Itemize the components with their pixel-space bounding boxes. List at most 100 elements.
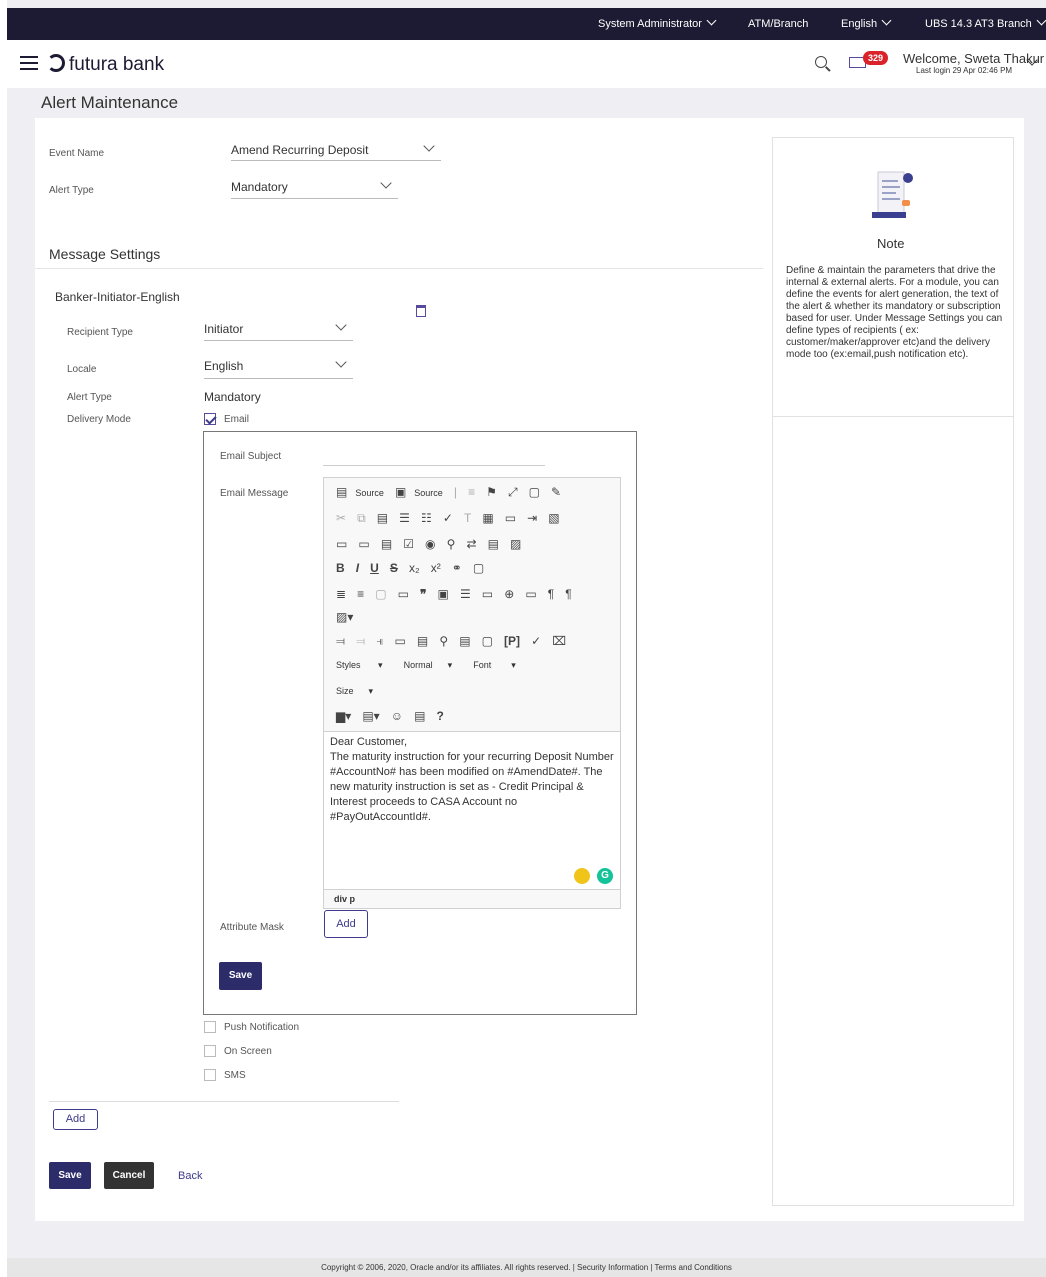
form-icon[interactable]: ▭ — [336, 537, 347, 551]
link-icon[interactable]: ⚭ — [452, 561, 462, 575]
email-subject-input[interactable] — [323, 465, 545, 466]
welcome-text[interactable]: Welcome, Sweta Thakur — [903, 51, 1044, 66]
on-screen-label[interactable]: On Screen — [224, 1046, 272, 1057]
event-name-select[interactable]: Amend Recurring Deposit — [231, 137, 441, 161]
source-icon[interactable]: ▤ — [336, 485, 347, 499]
cancel-button[interactable]: Cancel — [104, 1162, 154, 1189]
justify-icon[interactable]: ☰ — [460, 587, 471, 601]
on-screen-checkbox[interactable] — [204, 1045, 216, 1057]
push-notification-label[interactable]: Push Notification — [224, 1022, 299, 1033]
bg-color-icon[interactable]: ▤▾ — [362, 709, 379, 723]
ltr-icon[interactable]: ¶ — [548, 587, 554, 601]
brush-icon[interactable]: ✎ — [551, 485, 561, 499]
menu-icon[interactable] — [20, 56, 38, 70]
indent-icon[interactable]: ⇥ — [527, 511, 537, 525]
source-button-2[interactable]: Source — [414, 488, 443, 498]
image-icon[interactable]: ▨ — [510, 537, 521, 551]
language-icon[interactable]: ⊕ — [504, 587, 514, 601]
email-checkbox-label[interactable]: Email — [224, 414, 249, 425]
table-icon[interactable]: ▦ — [482, 511, 493, 525]
align-left2-icon[interactable]: ⫤ — [336, 634, 345, 648]
blockquote-icon[interactable]: ❞ — [420, 587, 426, 601]
spellcheck2-icon[interactable]: ✓ — [531, 634, 541, 648]
print-icon[interactable]: ▤ — [459, 634, 470, 648]
show-blocks-icon[interactable]: ≡ — [468, 485, 475, 499]
align-center-icon[interactable]: ≡ — [357, 587, 364, 601]
emoji-icon[interactable] — [574, 868, 590, 884]
maximize-icon[interactable]: ⤢ — [508, 485, 518, 499]
clear-format-icon[interactable]: T — [464, 511, 471, 525]
styles-dropdown[interactable]: Styles ▾ — [336, 660, 383, 671]
sms-label[interactable]: SMS — [224, 1070, 246, 1081]
new-page-icon[interactable]: ▢ — [529, 485, 540, 499]
add-message-button[interactable]: Add — [53, 1109, 98, 1130]
recipient-type-select[interactable]: Initiator — [204, 316, 353, 341]
textfield-icon[interactable]: ▭ — [358, 537, 369, 551]
attribute-mask-add-button[interactable]: Add — [324, 910, 368, 938]
textarea-icon[interactable]: ▤ — [381, 537, 392, 551]
replace-icon[interactable]: ⇄ — [466, 537, 476, 551]
locale-select[interactable]: English — [204, 353, 353, 379]
placeholder-icon[interactable]: [P] — [504, 634, 520, 648]
superscript-icon[interactable]: x² — [431, 561, 441, 575]
pagebreak-icon[interactable]: ▢ — [482, 634, 493, 648]
embed-icon[interactable]: ▭ — [395, 634, 406, 648]
strikethrough-icon[interactable]: S — [390, 561, 398, 575]
hr-icon[interactable]: ▭ — [505, 511, 516, 525]
align-center2-icon[interactable]: ⫤ — [356, 634, 365, 648]
back-link[interactable]: Back — [178, 1170, 202, 1182]
delete-icon[interactable] — [416, 305, 426, 317]
save-button[interactable]: Save — [49, 1162, 91, 1189]
paste-icon[interactable]: ▤ — [377, 511, 388, 525]
mail-count-badge[interactable]: 329 — [863, 51, 889, 65]
numbered-list-icon[interactable]: ☷ — [421, 511, 432, 525]
italic-icon[interactable]: I — [356, 561, 359, 575]
hidden-field-icon[interactable]: ▭ — [482, 587, 493, 601]
language-selector[interactable]: English — [841, 15, 892, 30]
align-left-icon[interactable]: ≣ — [336, 587, 346, 601]
source-icon[interactable]: ▣ — [395, 485, 406, 499]
sms-checkbox[interactable] — [204, 1069, 216, 1081]
brand-logo[interactable]: futura bank — [47, 54, 164, 76]
button-icon[interactable]: ▭ — [398, 587, 409, 601]
editor-content[interactable]: Dear Customer, The maturity instruction … — [330, 735, 614, 825]
bold-icon[interactable]: B — [336, 561, 345, 575]
preview-icon[interactable]: ⚲ — [439, 634, 448, 648]
copy-format-icon[interactable]: ▤ — [414, 709, 425, 723]
template-icon[interactable]: ▧ — [548, 511, 559, 525]
radio-icon[interactable]: ◉ — [425, 537, 435, 551]
push-notification-checkbox[interactable] — [204, 1021, 216, 1033]
flag-icon[interactable]: ⚑ — [486, 485, 497, 499]
subscript-icon[interactable]: x₂ — [409, 561, 420, 575]
iframe-icon[interactable]: ▢ — [375, 587, 386, 601]
div-icon[interactable]: ▣ — [438, 587, 449, 601]
flash-icon[interactable]: ▭ — [525, 587, 536, 601]
anchor-icon[interactable]: ▢ — [473, 561, 484, 575]
checkbox-icon[interactable]: ☑ — [403, 537, 414, 551]
bulleted-list-icon[interactable]: ☰ — [399, 511, 410, 525]
text-color-icon[interactable]: ▆▾ — [336, 709, 351, 723]
underline-icon[interactable]: U — [370, 561, 379, 575]
help-icon[interactable]: ? — [437, 709, 444, 723]
rtl-icon[interactable]: ¶ — [565, 587, 571, 601]
size-dropdown[interactable]: Size ▾ — [336, 686, 373, 697]
email-checkbox[interactable] — [204, 413, 216, 425]
align-right2-icon[interactable]: ⫣ — [376, 634, 383, 648]
format-dropdown[interactable]: Normal ▾ — [404, 660, 453, 671]
source-button[interactable]: Source — [355, 488, 384, 498]
copy-icon[interactable]: ⧉ — [357, 511, 366, 525]
font-dropdown[interactable]: Font ▾ — [473, 660, 516, 671]
cut-icon[interactable]: ✂ — [336, 511, 346, 525]
select-icon[interactable]: ▤ — [488, 537, 499, 551]
find-icon[interactable]: ⚲ — [447, 537, 456, 551]
search-icon[interactable] — [815, 56, 827, 68]
role-selector[interactable]: System Administrator — [598, 15, 717, 30]
alert-type-select[interactable]: Mandatory — [231, 174, 398, 199]
image-dropdown-icon[interactable]: ▨▾ — [336, 610, 353, 624]
remove-format-icon[interactable]: ⌧ — [552, 634, 566, 648]
grammarly-icon[interactable]: G — [597, 868, 613, 884]
smiley-icon[interactable]: ☺ — [391, 709, 403, 723]
branch-selector[interactable]: UBS 14.3 AT3 Branch — [925, 15, 1046, 30]
email-save-button[interactable]: Save — [219, 962, 262, 990]
table2-icon[interactable]: ▤ — [417, 634, 428, 648]
